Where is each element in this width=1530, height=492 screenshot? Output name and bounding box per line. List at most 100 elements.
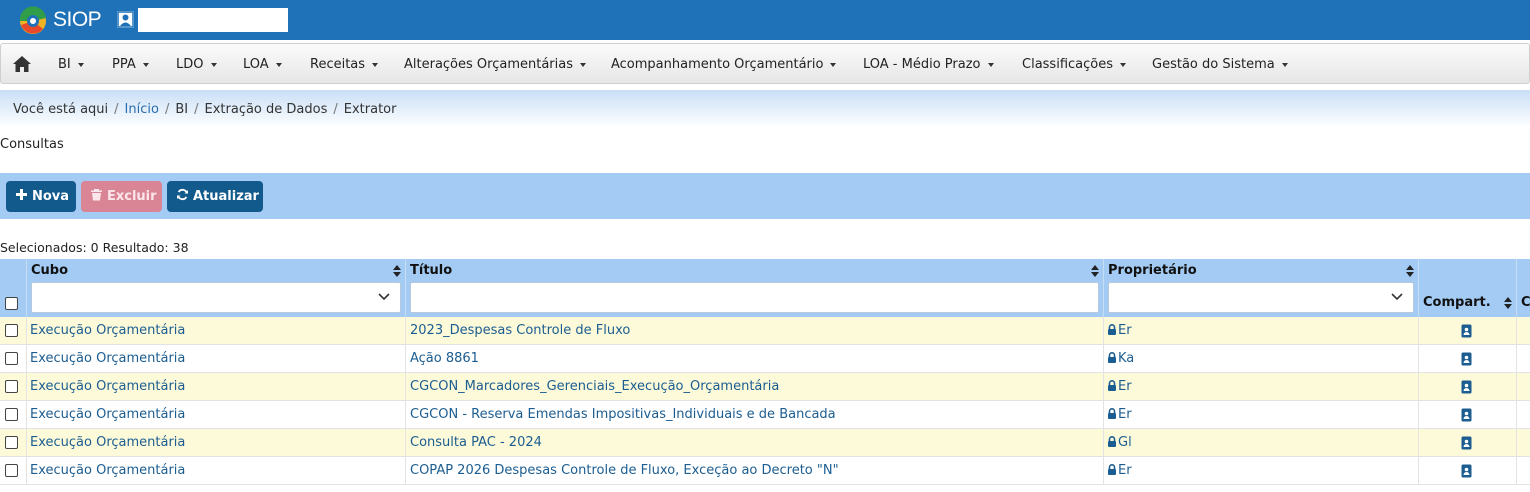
titulo-filter-input[interactable]: [410, 282, 1099, 313]
column-compart: Compart.: [1418, 259, 1516, 317]
lock-icon: [1108, 324, 1116, 335]
share-icon[interactable]: [1461, 380, 1472, 394]
titulo-link[interactable]: CGCON_Marcadores_Gerenciais_Execução_Orç…: [410, 373, 1100, 401]
sort-icon[interactable]: [1406, 265, 1414, 277]
column-header-titulo[interactable]: Título: [410, 263, 452, 278]
table-row[interactable]: Execução Orçamentária COPAP 2026 Despesa…: [0, 457, 1530, 485]
caret-down-icon: [1120, 62, 1126, 67]
share-icon[interactable]: [1461, 352, 1472, 366]
proprietario-cell: Er: [1107, 401, 1134, 429]
row-checkbox[interactable]: [5, 352, 18, 365]
cubo-filter-select[interactable]: [31, 282, 401, 313]
row-checkbox[interactable]: [5, 436, 18, 449]
actions-toolbar: Nova Excluir Atualizar: [0, 173, 1530, 219]
table-row[interactable]: Execução Orçamentária 2023_Despesas Cont…: [0, 317, 1530, 345]
titulo-link[interactable]: COPAP 2026 Despesas Controle de Fluxo, E…: [410, 457, 1100, 485]
main-menu: BI PPA LDO LOA Receitas Alterações Orçam…: [0, 43, 1530, 84]
cubo-link[interactable]: Execução Orçamentária: [30, 317, 400, 345]
column-header-proprietario[interactable]: Proprietário: [1108, 263, 1197, 278]
titulo-link[interactable]: 2023_Despesas Controle de Fluxo: [410, 317, 1100, 345]
menu-item-gestao-do-sistema[interactable]: Gestão do Sistema: [1152, 57, 1288, 72]
proprietario-filter-select[interactable]: [1108, 282, 1414, 313]
caret-down-icon: [372, 62, 379, 67]
table-row[interactable]: Execução Orçamentária Consulta PAC - 202…: [0, 429, 1530, 457]
refresh-icon: [177, 188, 188, 201]
cubo-link[interactable]: Execução Orçamentária: [30, 373, 400, 401]
proprietario-cell: Ka: [1107, 345, 1134, 373]
table-header: Cubo Título Proprietário Compart. C: [0, 259, 1530, 317]
top-header: SIOP: [0, 0, 1530, 40]
column-header-next[interactable]: C: [1521, 295, 1530, 310]
select-all-checkbox[interactable]: [5, 297, 18, 310]
lock-icon: [1108, 352, 1116, 363]
row-checkbox[interactable]: [5, 324, 18, 337]
chevron-down-icon: [1391, 293, 1403, 301]
row-checkbox[interactable]: [5, 380, 18, 393]
column-cubo: Cubo: [26, 259, 405, 317]
nova-button[interactable]: Nova: [6, 181, 76, 212]
cubo-link[interactable]: Execução Orçamentária: [30, 429, 400, 457]
table-row[interactable]: Execução Orçamentária CGCON_Marcadores_G…: [0, 373, 1530, 401]
user-name-box: [138, 8, 288, 32]
sort-icon[interactable]: [1091, 265, 1099, 277]
proprietario-cell: Gl: [1107, 429, 1134, 457]
menu-item-ldo[interactable]: LDO: [176, 57, 217, 72]
breadcrumb-item-extrator: Extrator: [343, 102, 397, 117]
table-row[interactable]: Execução Orçamentária CGCON - Reserva Em…: [0, 401, 1530, 429]
share-icon[interactable]: [1461, 324, 1472, 338]
sort-icon[interactable]: [1504, 297, 1512, 309]
caret-down-icon: [142, 62, 149, 67]
menu-item-acompanhamento-orcamentario[interactable]: Acompanhamento Orçamentário: [611, 57, 837, 72]
breadcrumb-item-extracao-de-dados: Extração de Dados: [204, 102, 328, 117]
row-checkbox[interactable]: [5, 408, 18, 421]
column-header-cubo[interactable]: Cubo: [31, 263, 68, 278]
column-next: C: [1516, 259, 1530, 317]
table-body: Execução Orçamentária 2023_Despesas Cont…: [0, 317, 1530, 485]
caret-down-icon: [987, 62, 994, 67]
caret-down-icon: [830, 62, 837, 67]
menu-item-loa-medio-prazo[interactable]: LOA - Médio Prazo: [863, 57, 994, 72]
menu-item-receitas[interactable]: Receitas: [310, 57, 379, 72]
titulo-link[interactable]: Ação 8861: [410, 345, 1100, 373]
home-icon[interactable]: [12, 55, 32, 73]
lock-icon: [1108, 380, 1116, 391]
siop-logo-icon[interactable]: [16, 6, 48, 36]
cubo-link[interactable]: Execução Orçamentária: [30, 457, 400, 485]
lock-icon: [1108, 408, 1116, 419]
menu-item-ppa[interactable]: PPA: [112, 57, 149, 72]
chevron-down-icon: [378, 293, 390, 301]
proprietario-cell: Er: [1107, 457, 1134, 485]
user-icon[interactable]: [117, 11, 134, 28]
sort-icon[interactable]: [393, 265, 401, 277]
atualizar-button[interactable]: Atualizar: [167, 181, 263, 212]
breadcrumb-prefix: Você está aqui: [13, 102, 109, 117]
caret-down-icon: [210, 62, 217, 67]
app-name[interactable]: SIOP: [53, 8, 102, 32]
column-header-compart[interactable]: Compart.: [1423, 295, 1491, 310]
share-icon[interactable]: [1461, 408, 1472, 422]
cubo-link[interactable]: Execução Orçamentária: [30, 401, 400, 429]
breadcrumb: Você está aqui / Início / BI / Extração de Dad…: [0, 90, 1530, 128]
breadcrumb-trail: Você está aqui / Início / BI / Extração de Dad…: [13, 102, 397, 117]
row-checkbox[interactable]: [5, 464, 18, 477]
breadcrumb-item-inicio[interactable]: Início: [125, 102, 159, 117]
menu-item-classificacoes[interactable]: Classificações: [1022, 57, 1126, 72]
lock-icon: [1108, 464, 1116, 475]
share-icon[interactable]: [1461, 464, 1472, 478]
caret-down-icon: [275, 62, 282, 67]
proprietario-cell: Er: [1107, 317, 1134, 345]
excluir-button[interactable]: Excluir: [81, 181, 162, 212]
table-row[interactable]: Execução Orçamentária Ação 8861 Ka: [0, 345, 1530, 373]
proprietario-cell: Er: [1107, 373, 1134, 401]
lock-icon: [1108, 436, 1116, 447]
trash-icon: [91, 189, 102, 201]
plus-icon: [16, 189, 27, 200]
titulo-link[interactable]: Consulta PAC - 2024: [410, 429, 1100, 457]
cubo-link[interactable]: Execução Orçamentária: [30, 345, 400, 373]
breadcrumb-item-bi: BI: [175, 102, 189, 117]
menu-item-alteracoes-orcamentarias[interactable]: Alterações Orçamentárias: [404, 57, 586, 72]
menu-item-bi[interactable]: BI: [58, 57, 84, 72]
titulo-link[interactable]: CGCON - Reserva Emendas Impositivas_Indi…: [410, 401, 1100, 429]
share-icon[interactable]: [1461, 436, 1472, 450]
menu-item-loa[interactable]: LOA: [243, 57, 282, 72]
